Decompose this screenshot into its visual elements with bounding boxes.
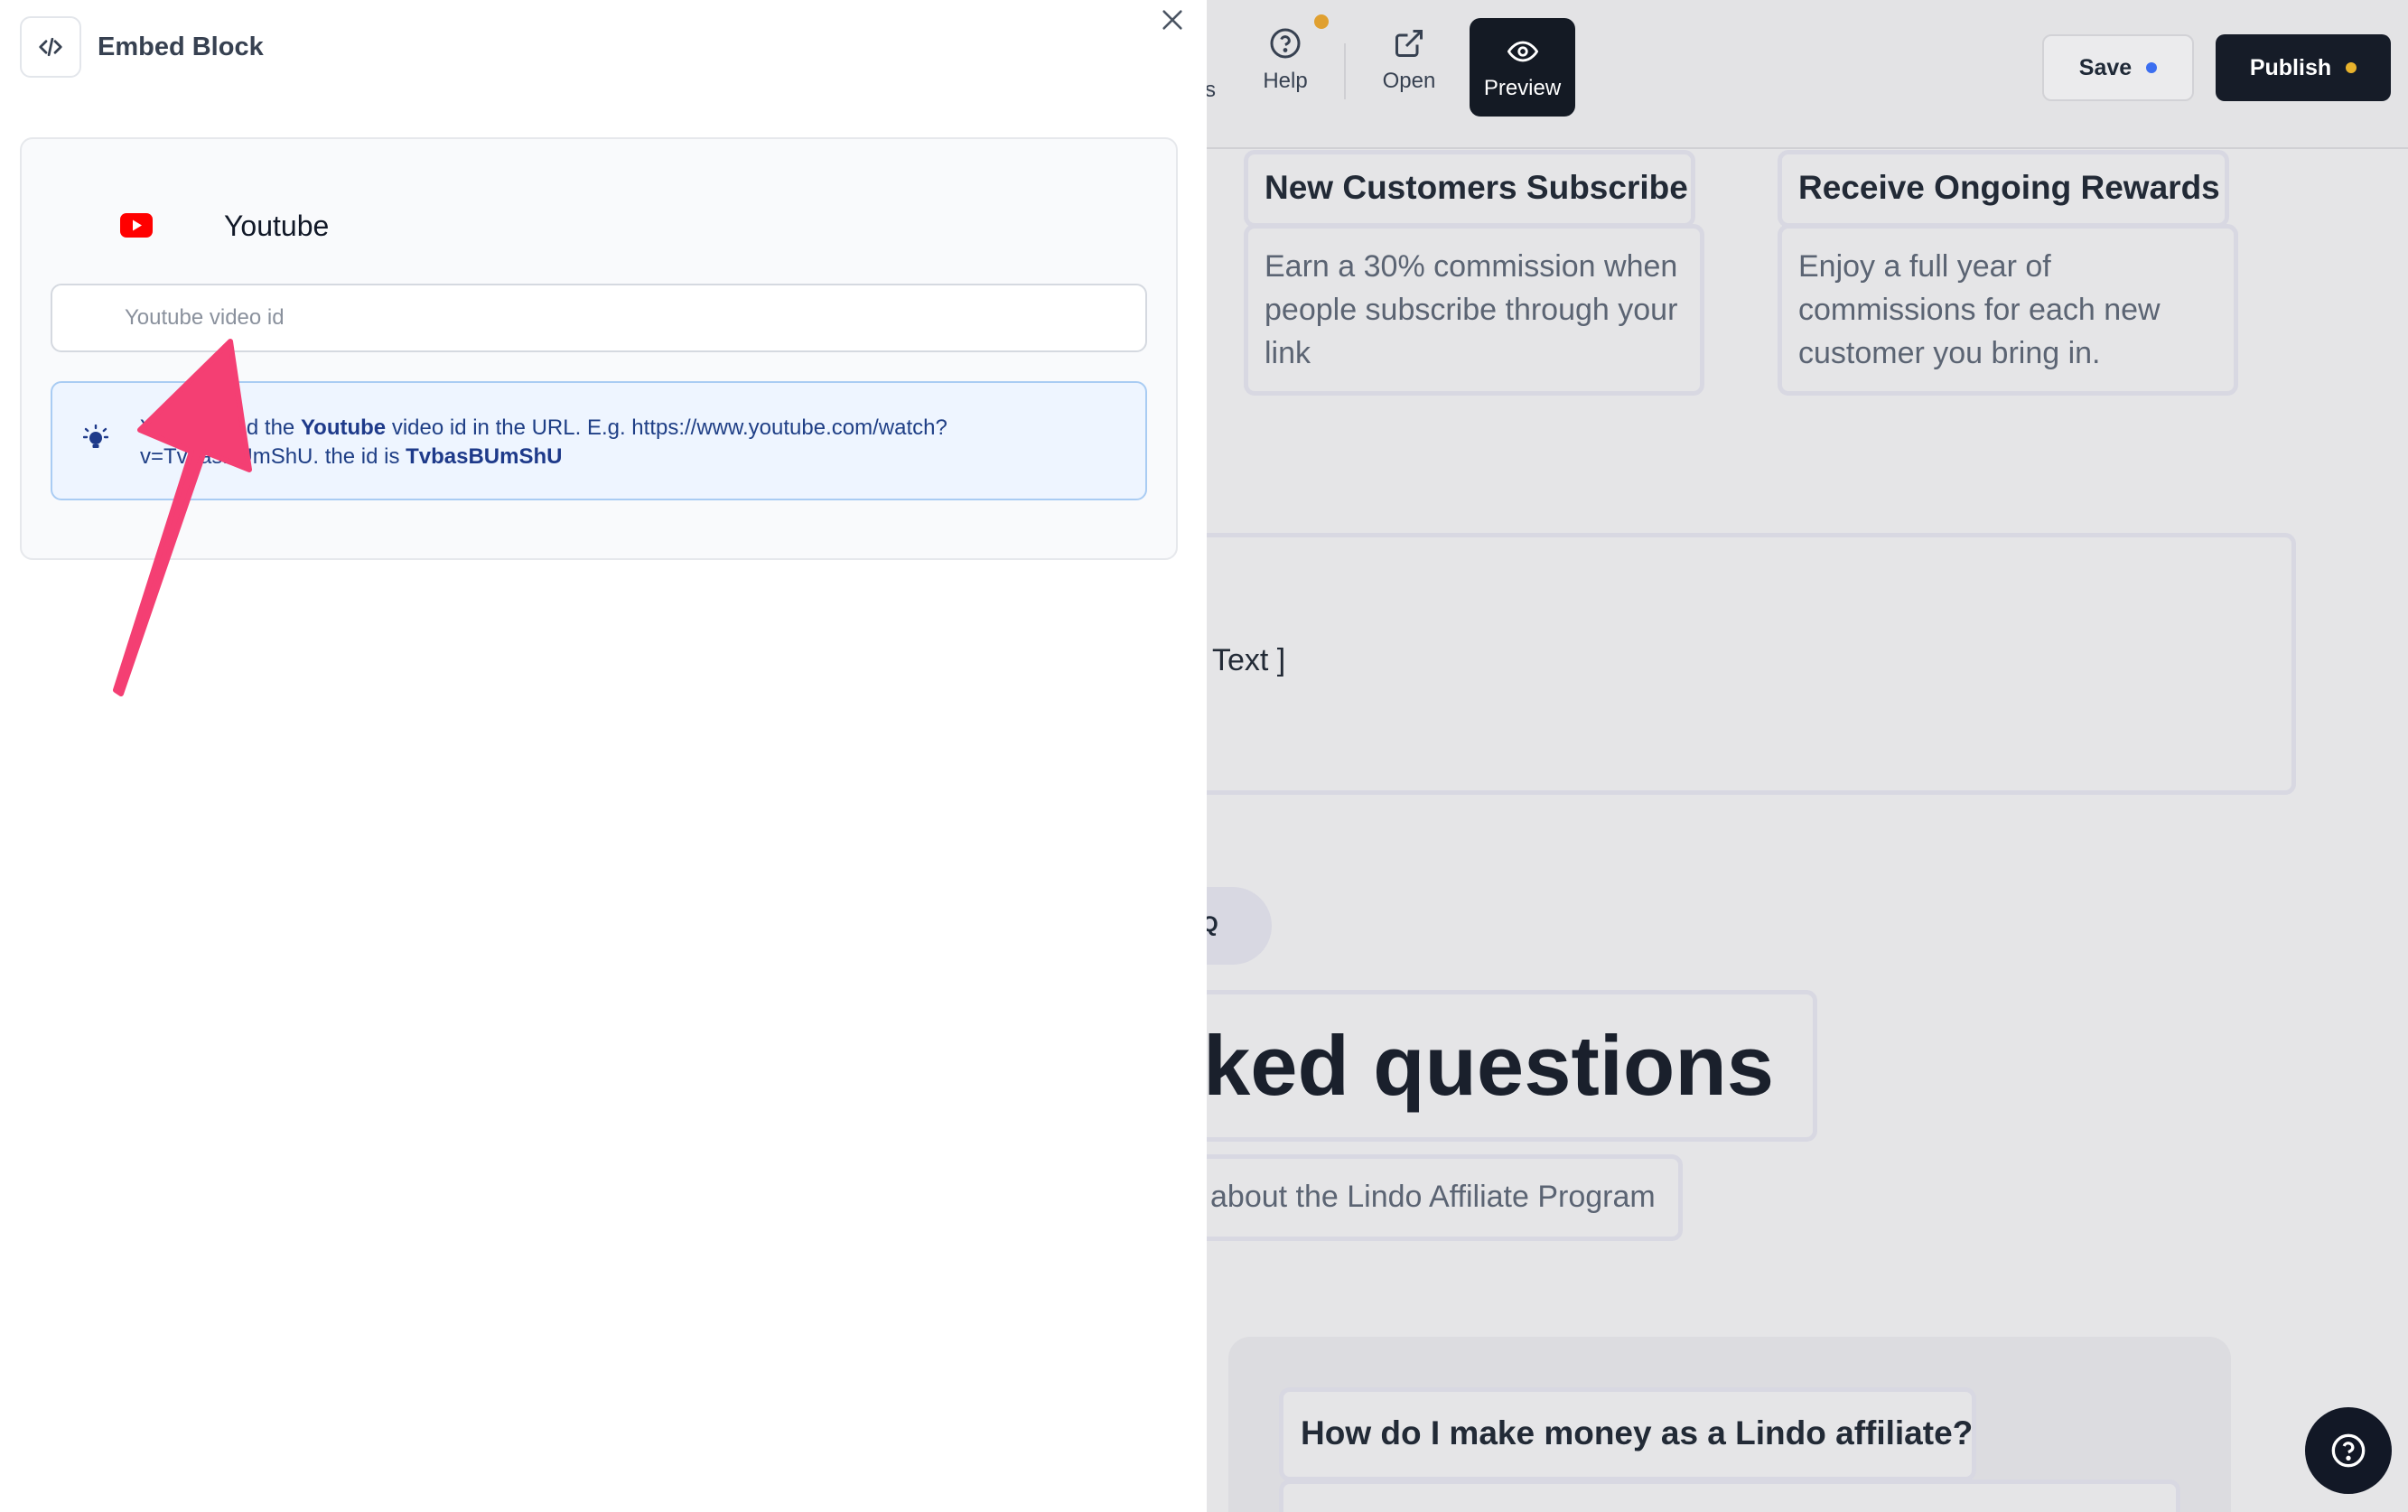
- card-2-title: Receive Ongoing Rewards: [1798, 169, 2220, 206]
- question-circle-icon: [2331, 1433, 2366, 1468]
- card-1-title-box[interactable]: New Customers Subscribe: [1244, 150, 1695, 228]
- faq-subtitle: about the Lindo Affiliate Program: [1210, 1180, 1656, 1214]
- card-1-body-box[interactable]: Earn a 30% commission when people subscr…: [1244, 224, 1704, 396]
- toolbar-divider: [1344, 43, 1346, 99]
- close-button[interactable]: [1156, 4, 1189, 36]
- embed-block-panel: Embed Block Youtube You can find the You…: [0, 0, 1207, 1512]
- preview-label: Preview: [1483, 76, 1562, 100]
- hint-text: You can find the Youtube video id in the…: [140, 414, 1125, 471]
- publish-button[interactable]: Publish: [2216, 34, 2391, 101]
- lightbulb-icon: [83, 425, 108, 448]
- code-brackets-icon: [39, 37, 62, 57]
- hint-provider: Youtube: [300, 415, 387, 440]
- save-button[interactable]: Save: [2042, 34, 2194, 101]
- faq-heading: ked questions: [1203, 1018, 1775, 1113]
- help-button[interactable]: Help: [1246, 27, 1324, 117]
- help-label: Help: [1263, 69, 1308, 93]
- close-icon: [1162, 10, 1182, 30]
- hint-example-id: TvbasBUmShU: [406, 444, 563, 469]
- eye-icon: [1507, 41, 1538, 62]
- faq-question: How do I make money as a Lindo affiliate…: [1301, 1414, 1974, 1451]
- panel-title: Embed Block: [98, 33, 264, 61]
- youtube-video-id-input[interactable]: [51, 284, 1147, 352]
- question-circle-icon: [1270, 28, 1301, 59]
- faq-answer-box[interactable]: [1279, 1479, 2180, 1512]
- card-2-body-box[interactable]: Enjoy a full year of commissions for eac…: [1778, 224, 2238, 396]
- save-status-dot: [2146, 62, 2158, 73]
- preview-button[interactable]: Preview: [1470, 18, 1575, 117]
- embed-block-icon-box: [20, 16, 81, 78]
- provider-label: Youtube: [224, 210, 330, 242]
- publish-label: Publish: [2249, 54, 2332, 80]
- card-2-title-box[interactable]: Receive Ongoing Rewards: [1778, 150, 2229, 228]
- text-block-label: Text ]: [1212, 643, 1286, 677]
- help-fab-button[interactable]: [2305, 1407, 2392, 1494]
- card-1-title: New Customers Subscribe: [1265, 169, 1688, 206]
- save-label: Save: [2078, 54, 2133, 80]
- open-label: Open: [1382, 69, 1436, 93]
- notification-dot: [1314, 14, 1329, 29]
- open-button[interactable]: Open: [1368, 27, 1450, 117]
- card-2-body: Enjoy a full year of commissions for eac…: [1798, 249, 2161, 370]
- text-block[interactable]: [1129, 533, 2296, 795]
- publish-status-dot: [2346, 62, 2357, 73]
- hint-prefix: You can find the: [140, 415, 301, 440]
- card-1-body: Earn a 30% commission when people subscr…: [1265, 249, 1678, 370]
- external-link-icon: [1395, 30, 1423, 57]
- youtube-logo-icon: [120, 213, 153, 238]
